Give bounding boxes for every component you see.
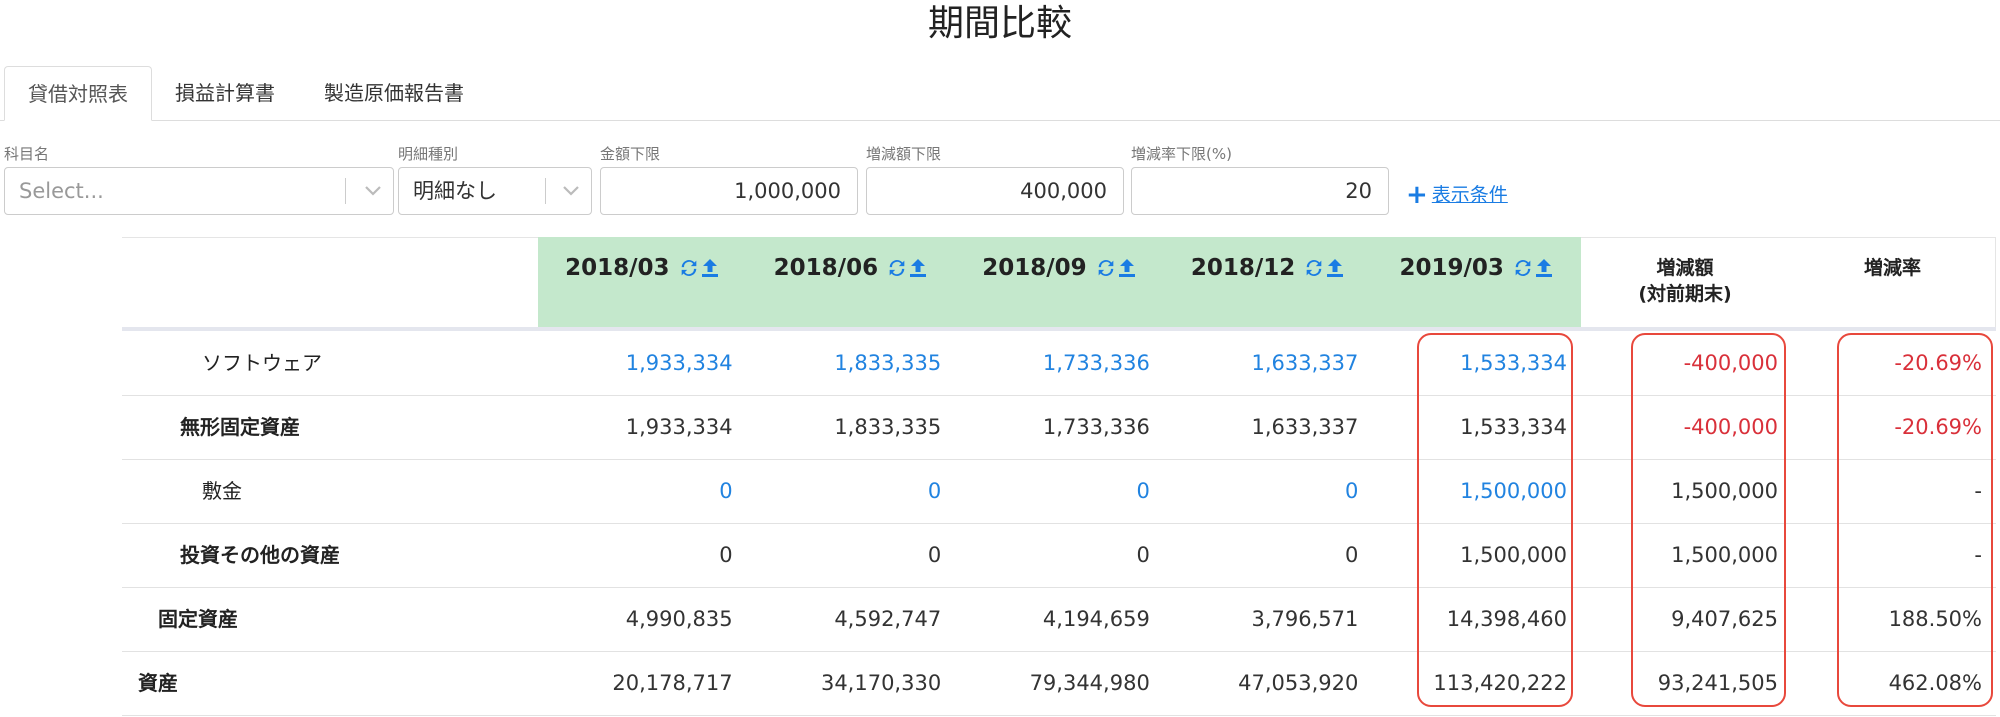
row-label: 資産 — [138, 671, 178, 695]
amount-cell: 1,933,334 — [625, 415, 733, 439]
amount-cell: 0 — [927, 543, 942, 567]
page-title: 期間比較 — [927, 3, 1072, 44]
upload-icon[interactable] — [700, 255, 720, 281]
refresh-icon[interactable] — [1095, 255, 1117, 281]
row-label: ソフトウェア — [202, 351, 322, 375]
detail-type-value: 明細なし — [413, 179, 497, 203]
comparison-table: 増減額 (対前期末) 増減率 2018/03 2018/06 2018/09 2… — [122, 237, 1996, 717]
period-header-2019-03: 2019/03 — [1372, 237, 1581, 327]
amount-cell: 0 — [719, 543, 733, 567]
amount-cell: 34,170,330 — [820, 671, 942, 695]
chevron-down-icon[interactable] — [553, 168, 589, 214]
amount-link[interactable]: 1,733,336 — [1043, 331, 1150, 395]
period-header-2018-06: 2018/06 — [747, 237, 956, 327]
upload-icon[interactable] — [1534, 255, 1554, 281]
amount-cell: 4,194,659 — [1042, 607, 1150, 631]
row-label: 敷金 — [202, 479, 242, 503]
amount-link[interactable]: 1,833,335 — [834, 331, 941, 395]
amount-cell: 1,833,335 — [834, 415, 942, 439]
highlight-latest-period — [1417, 333, 1573, 707]
detail-type-label: 明細種別 — [398, 145, 459, 163]
refresh-icon[interactable] — [678, 255, 700, 281]
add-display-condition-link[interactable]: + 表示条件 — [1406, 180, 1508, 210]
amount-cell: 4,592,747 — [834, 607, 942, 631]
amount-cell: 4,990,835 — [625, 607, 733, 631]
tab-label: 損益計算書 — [175, 81, 275, 105]
period-label: 2018/12 — [1190, 255, 1296, 281]
highlight-change-amount — [1631, 333, 1786, 707]
period-header-2018-09: 2018/09 — [955, 237, 1164, 327]
amount-link[interactable]: 1,933,334 — [626, 331, 733, 395]
amount-cell: 3,796,571 — [1251, 607, 1359, 631]
select-separator — [345, 178, 346, 204]
report-tabs: 貸借対照表 損益計算書 製造原価報告書 — [0, 66, 2000, 121]
upload-icon[interactable] — [908, 255, 928, 281]
change-min-input[interactable]: 400,000 — [866, 167, 1124, 215]
row-label: 固定資産 — [158, 607, 238, 631]
period-header-2018-03: 2018/03 — [538, 237, 747, 327]
tab-manufacturing-cost[interactable]: 製造原価報告書 — [306, 66, 482, 120]
refresh-icon[interactable] — [1303, 255, 1325, 281]
detail-type-select[interactable]: 明細なし — [398, 167, 592, 215]
rate-header-label: 増減率 — [1863, 257, 1921, 279]
header-right-border — [1995, 237, 1996, 331]
amount-link[interactable]: 0 — [1345, 459, 1358, 523]
amount-min-label: 金額下限 — [600, 145, 661, 163]
amount-cell: 1,633,337 — [1251, 415, 1359, 439]
tab-income-statement[interactable]: 損益計算書 — [160, 66, 290, 120]
amount-cell: 0 — [1345, 543, 1359, 567]
refresh-icon[interactable] — [886, 255, 908, 281]
period-label: 2018/09 — [982, 255, 1087, 281]
amount-cell: 20,178,717 — [612, 671, 733, 695]
account-select-placeholder: Select... — [19, 179, 104, 203]
amount-link[interactable]: 0 — [1136, 459, 1149, 523]
amount-link[interactable]: 0 — [719, 459, 732, 523]
tab-balance-sheet[interactable]: 貸借対照表 — [4, 66, 152, 121]
row-label: 投資その他の資産 — [180, 543, 340, 567]
chevron-down-icon[interactable] — [355, 168, 391, 214]
account-select[interactable]: Select... — [4, 167, 394, 215]
refresh-icon[interactable] — [1512, 255, 1534, 281]
tab-label: 貸借対照表 — [28, 82, 128, 106]
upload-icon[interactable] — [1325, 255, 1345, 281]
amount-min-input[interactable]: 1,000,000 — [600, 167, 858, 215]
account-filter-label: 科目名 — [4, 145, 50, 163]
amount-cell: 79,344,980 — [1029, 671, 1150, 695]
change-amount-header: 増減額 (対前期末) — [1581, 255, 1789, 307]
amount-cell: 0 — [1136, 543, 1150, 567]
highlight-change-rate — [1837, 333, 1993, 707]
period-label: 2018/03 — [565, 255, 670, 281]
amount-link[interactable]: 1,633,337 — [1252, 331, 1359, 395]
amount-cell: 47,053,920 — [1238, 671, 1359, 695]
change-rate-header: 増減率 — [1789, 255, 1996, 281]
select-separator — [545, 178, 546, 204]
change-header-line1: 増減額 — [1656, 257, 1714, 279]
amount-cell: 1,733,336 — [1042, 415, 1150, 439]
period-label: 2019/03 — [1399, 255, 1504, 281]
upload-icon[interactable] — [1117, 255, 1137, 281]
period-header-2018-12: 2018/12 — [1164, 237, 1373, 327]
plus-icon: + — [1406, 180, 1428, 210]
row-label: 無形固定資産 — [180, 415, 300, 439]
change-min-label: 増減額下限 — [866, 145, 942, 163]
change-header-line2: (対前期末) — [1638, 283, 1732, 305]
rate-min-label: 増減率下限(%) — [1131, 145, 1232, 163]
amount-link[interactable]: 0 — [928, 459, 941, 523]
add-condition-label: 表示条件 — [1431, 184, 1508, 206]
tab-label: 製造原価報告書 — [324, 81, 464, 105]
period-label: 2018/06 — [773, 255, 879, 281]
rate-min-input[interactable]: 20 — [1131, 167, 1389, 215]
